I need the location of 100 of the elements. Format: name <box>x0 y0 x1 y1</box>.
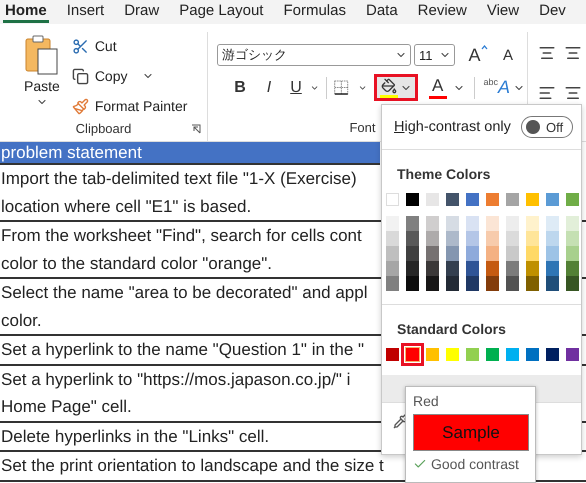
color-swatch[interactable] <box>426 216 439 231</box>
color-swatch[interactable] <box>546 216 559 231</box>
copy-button[interactable]: Copy <box>70 62 190 90</box>
color-swatch[interactable] <box>546 231 559 246</box>
color-swatch[interactable] <box>386 348 399 361</box>
color-swatch[interactable] <box>486 216 499 231</box>
color-swatch[interactable] <box>386 231 399 246</box>
ribbon-tab[interactable]: View <box>484 0 522 23</box>
high-contrast-toggle[interactable]: Off <box>521 116 573 138</box>
paintbrush-icon <box>72 98 89 114</box>
color-swatch[interactable] <box>386 193 399 206</box>
color-swatch[interactable] <box>406 348 419 361</box>
color-swatch[interactable] <box>506 276 519 291</box>
color-swatch[interactable] <box>526 261 539 276</box>
bold-button[interactable]: B <box>227 74 253 100</box>
color-swatch[interactable] <box>466 246 479 261</box>
borders-icon[interactable] <box>334 78 348 97</box>
color-swatch[interactable] <box>406 246 419 261</box>
color-swatch[interactable] <box>486 246 499 261</box>
color-swatch[interactable] <box>426 246 439 261</box>
color-swatch[interactable] <box>466 193 479 206</box>
color-swatch[interactable] <box>406 261 419 276</box>
color-swatch[interactable] <box>386 216 399 231</box>
color-swatch[interactable] <box>446 231 459 246</box>
underline-button[interactable]: U <box>285 74 307 100</box>
color-swatch[interactable] <box>386 246 399 261</box>
align-center-icon[interactable] <box>564 44 582 62</box>
grow-font-button[interactable]: A <box>464 42 492 68</box>
format-painter-button[interactable]: Format Painter <box>70 92 190 120</box>
color-swatch[interactable] <box>486 276 499 291</box>
color-swatch[interactable] <box>426 231 439 246</box>
color-swatch[interactable] <box>506 348 519 361</box>
font-size-field[interactable]: 11 <box>414 44 455 66</box>
color-swatch[interactable] <box>566 231 579 246</box>
color-swatch[interactable] <box>446 193 459 206</box>
fill-color-button[interactable] <box>374 74 418 101</box>
shrink-font-button[interactable]: A <box>495 42 521 68</box>
color-swatch[interactable] <box>506 231 519 246</box>
color-swatch[interactable] <box>426 193 439 206</box>
color-swatch[interactable] <box>546 261 559 276</box>
color-swatch[interactable] <box>506 216 519 231</box>
color-swatch[interactable] <box>526 193 539 206</box>
color-swatch[interactable] <box>546 193 559 206</box>
color-swatch[interactable] <box>446 348 459 361</box>
color-swatch[interactable] <box>566 216 579 231</box>
align-left-icon[interactable] <box>538 84 556 102</box>
color-swatch[interactable] <box>426 276 439 291</box>
color-swatch[interactable] <box>526 276 539 291</box>
color-swatch[interactable] <box>546 276 559 291</box>
color-swatch[interactable] <box>526 246 539 261</box>
paste-button[interactable]: Paste <box>20 32 64 120</box>
color-swatch[interactable] <box>546 246 559 261</box>
color-swatch[interactable] <box>426 348 439 361</box>
color-swatch[interactable] <box>566 276 579 291</box>
color-swatch[interactable] <box>386 261 399 276</box>
color-swatch[interactable] <box>566 193 579 206</box>
font-color-button[interactable]: A <box>426 76 467 98</box>
ribbon-tab[interactable]: Data <box>364 0 400 23</box>
font-name-field[interactable]: 游ゴシック <box>217 44 411 66</box>
color-swatch[interactable] <box>526 231 539 246</box>
color-swatch[interactable] <box>466 276 479 291</box>
color-swatch[interactable] <box>526 216 539 231</box>
color-swatch[interactable] <box>406 231 419 246</box>
sheet-cell[interactable]: problem statement <box>0 142 380 165</box>
color-swatch[interactable] <box>486 348 499 361</box>
ribbon-tab[interactable]: Review <box>416 0 469 23</box>
color-swatch[interactable] <box>466 216 479 231</box>
color-swatch[interactable] <box>446 276 459 291</box>
color-swatch[interactable] <box>446 246 459 261</box>
color-swatch[interactable] <box>546 348 559 361</box>
cut-button[interactable]: Cut <box>70 32 190 60</box>
color-swatch[interactable] <box>446 261 459 276</box>
color-swatch[interactable] <box>566 261 579 276</box>
color-swatch[interactable] <box>406 193 419 206</box>
color-swatch[interactable] <box>486 193 499 206</box>
ribbon-tab[interactable]: Insert <box>64 0 106 23</box>
color-swatch[interactable] <box>526 348 539 361</box>
ribbon-tab[interactable]: Dev <box>537 0 568 23</box>
color-swatch[interactable] <box>466 348 479 361</box>
color-swatch[interactable] <box>386 276 399 291</box>
color-swatch[interactable] <box>426 261 439 276</box>
align-center-icon[interactable] <box>564 84 582 102</box>
color-swatch[interactable] <box>486 261 499 276</box>
color-swatch[interactable] <box>466 261 479 276</box>
color-swatch[interactable] <box>566 348 579 361</box>
color-swatch[interactable] <box>466 231 479 246</box>
color-swatch[interactable] <box>506 261 519 276</box>
italic-button[interactable]: I <box>256 74 282 100</box>
ribbon-tab[interactable]: Formulas <box>281 0 348 23</box>
color-swatch[interactable] <box>506 246 519 261</box>
dialog-launcher-icon[interactable] <box>191 124 201 134</box>
ribbon-tab[interactable]: Draw <box>122 0 162 23</box>
cell-text: color. <box>0 310 42 332</box>
color-swatch[interactable] <box>506 193 519 206</box>
ribbon-tab[interactable]: Page Layout <box>177 0 266 23</box>
color-swatch[interactable] <box>486 231 499 246</box>
color-swatch[interactable] <box>406 276 419 291</box>
color-swatch[interactable] <box>566 246 579 261</box>
color-swatch[interactable] <box>406 216 419 231</box>
color-swatch[interactable] <box>446 216 459 231</box>
